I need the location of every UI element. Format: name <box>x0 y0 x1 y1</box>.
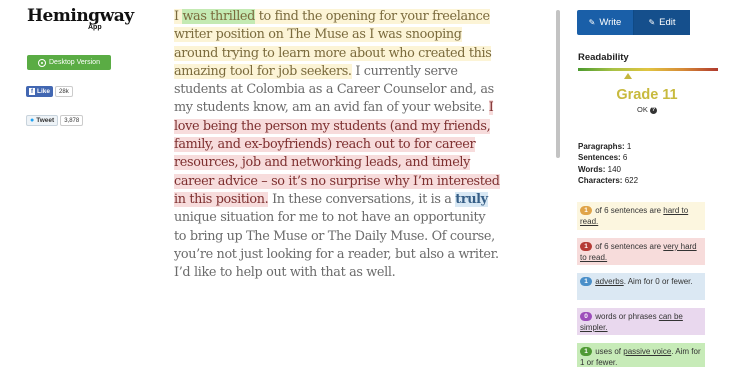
readability-scale-bar <box>578 68 718 71</box>
tweet-button[interactable]: ● Tweet <box>26 115 59 126</box>
desktop-version-label: Desktop Version <box>49 59 100 66</box>
mode-toggle: ✎ Write ✎ Edit <box>577 10 690 35</box>
adverb-highlight: truly <box>455 191 488 207</box>
hard-count-badge: 1 <box>580 206 592 215</box>
write-label: Write <box>599 17 622 28</box>
words-stat: Words: 140 <box>578 164 621 174</box>
readability-status: OK ? <box>578 105 716 114</box>
passive-card-text: uses of <box>595 347 624 356</box>
edit-label: Edit <box>659 17 676 28</box>
pencil-icon: ✎ <box>588 18 596 27</box>
passive-count-badge: 1 <box>580 347 592 356</box>
hard-card-text: of 6 sentences are <box>595 206 664 215</box>
help-icon[interactable]: ? <box>649 106 657 114</box>
app-logo-sub: App <box>88 24 102 31</box>
paragraphs-stat: Paragraphs: 1 <box>578 142 632 151</box>
facebook-like-label: Like <box>37 88 51 95</box>
tweet-count: 3,878 <box>60 115 84 126</box>
adverbs-card-text: . Aim for 0 or fewer. <box>623 277 693 286</box>
readability-ok-label: OK <box>637 105 648 114</box>
passive-voice-highlight: was thrilled <box>182 9 256 24</box>
grade-level: Grade 11 <box>616 87 678 103</box>
passive-voice-card: 1 uses of passive voice. Aim for 1 or fe… <box>577 343 705 367</box>
hard-to-read-card: 1 of 6 sentences are hard to read. <box>577 202 705 230</box>
edit-button[interactable]: ✎ Edit <box>634 10 690 35</box>
twitter-bird-icon: ● <box>30 117 35 124</box>
tweet-label: Tweet <box>36 117 55 124</box>
simpler-card-text: words or phrases <box>595 312 659 321</box>
characters-stat: Characters: 622 <box>578 175 639 185</box>
desktop-version-button[interactable]: Desktop Version <box>27 55 111 70</box>
facebook-like-button[interactable]: f Like <box>26 86 54 97</box>
app-logo: Hemingway <box>27 6 134 26</box>
simpler-phrases-card: 0 words or phrases can be simpler. <box>577 308 705 335</box>
facebook-like-widget: f Like 28k <box>26 86 73 97</box>
editor-scrollbar[interactable] <box>556 10 560 158</box>
write-button[interactable]: ✎ Write <box>577 10 634 35</box>
sentences-stat: Sentences: 6 <box>578 153 628 163</box>
adverbs-count-badge: 1 <box>580 277 592 286</box>
readability-heading: Readability <box>578 52 629 63</box>
download-icon <box>38 58 46 67</box>
facebook-icon: f <box>29 88 35 95</box>
simpler-count-badge: 0 <box>580 312 592 321</box>
facebook-like-count: 28k <box>55 86 73 97</box>
adverbs-card-link[interactable]: adverbs <box>595 277 623 286</box>
passive-card-link[interactable]: passive voice <box>623 347 671 356</box>
very-hard-count-badge: 1 <box>580 242 592 251</box>
adverbs-card: 1 adverbs. Aim for 0 or fewer. <box>577 273 705 300</box>
text-fragment: unique situation for me to not have an o… <box>174 210 499 281</box>
twitter-tweet-widget: ● Tweet 3,878 <box>26 115 84 126</box>
editor-text[interactable]: I was thrilled to find the opening for y… <box>174 8 500 282</box>
very-hard-to-read-card: 1 of 6 sentences are very hard to read. <box>577 238 705 265</box>
very-hard-card-text: of 6 sentences are <box>595 242 664 251</box>
edit-pencil-icon: ✎ <box>648 18 656 27</box>
document-stats: Paragraphs: 1 Sentences: 6 Words: 140 Ch… <box>578 141 638 186</box>
grade-marker-icon <box>624 73 632 79</box>
text-fragment: In these conversations, it is a <box>268 191 456 207</box>
